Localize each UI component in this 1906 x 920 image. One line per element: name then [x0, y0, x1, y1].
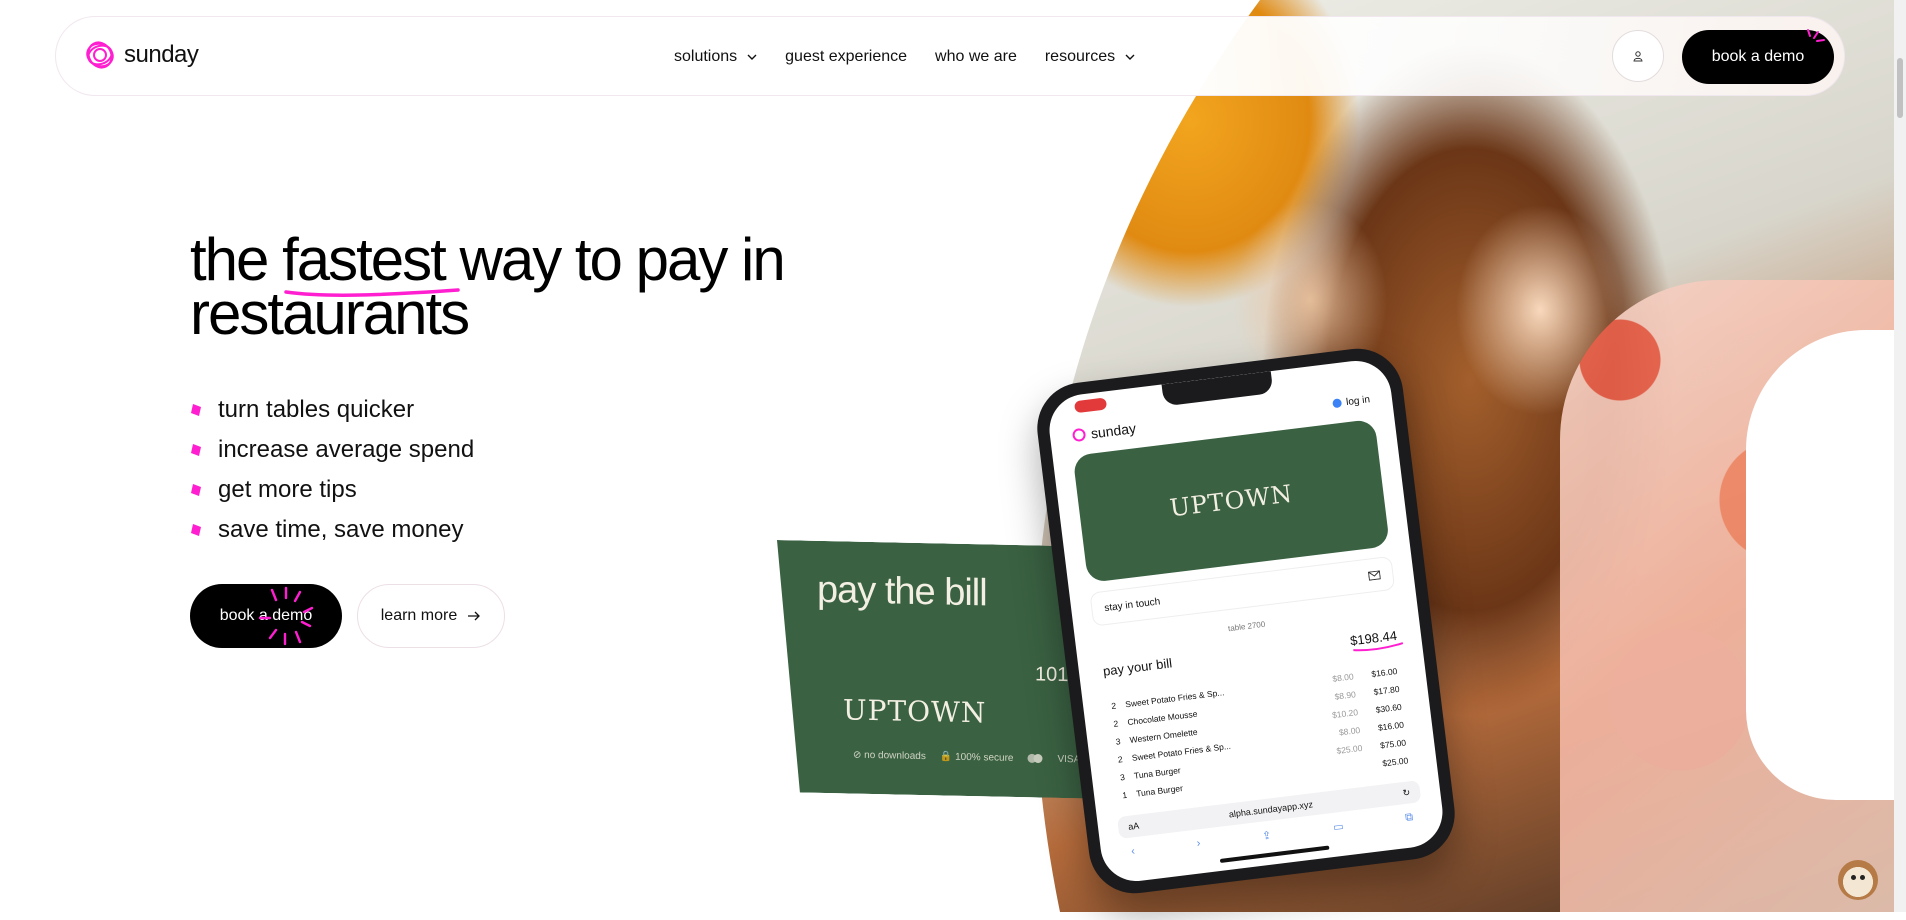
card-footer-secure: 🔒 100% secure	[939, 751, 1014, 764]
item-total: $30.60	[1375, 701, 1403, 715]
nav-who-we-are[interactable]: who we are	[935, 48, 1017, 66]
sparkle-icon	[258, 586, 314, 646]
sunday-logo-icon	[86, 41, 114, 69]
item-qty: 2	[1110, 700, 1117, 712]
mastercard-icon	[1027, 753, 1043, 763]
nav-guest-experience-label: guest experience	[785, 48, 908, 65]
item-unit-price: $8.00	[1331, 671, 1355, 684]
nav-solutions-label: solutions	[674, 48, 738, 65]
top-navbar: sunday solutions guest experience who we…	[55, 16, 1845, 96]
item-unit-price: $8.90	[1334, 689, 1357, 702]
headline-highlight: fastest	[282, 230, 460, 297]
headline-highlight-text: fastest	[282, 226, 447, 293]
item-qty: 3	[1119, 771, 1126, 783]
main-menu: solutions guest experience who we are re…	[674, 17, 1135, 97]
reload-icon[interactable]: ↻	[1402, 787, 1411, 799]
item-unit-price: $25.00	[1335, 742, 1363, 756]
hero-book-demo-button[interactable]: book a demo	[190, 584, 342, 648]
logo-text: sunday	[124, 41, 199, 68]
pay-label: pay your bill	[1102, 655, 1173, 679]
item-qty: 3	[1115, 736, 1122, 747]
nav-book-demo-label: book a demo	[1711, 48, 1805, 65]
app-login-button[interactable]: log in	[1332, 394, 1371, 410]
nav-resources-label: resources	[1044, 48, 1116, 65]
bullet-icon	[191, 444, 201, 456]
share-icon[interactable]: ⇪	[1261, 829, 1273, 843]
forward-icon[interactable]: ›	[1196, 837, 1201, 850]
stay-in-touch-label: stay in touch	[1103, 595, 1161, 614]
item-qty: 2	[1112, 718, 1119, 729]
nav-who-we-are-label: who we are	[935, 48, 1017, 65]
decorative-blob	[1746, 330, 1906, 800]
recording-indicator	[1073, 397, 1108, 414]
card-footer-no-downloads: ⊘ no downloads	[853, 749, 926, 763]
logo[interactable]: sunday	[84, 39, 199, 71]
hero-headline: the fastest way to pay in restaurants	[190, 230, 950, 344]
user-icon	[1633, 51, 1643, 62]
card-restaurant-name: UPTOWN	[843, 693, 987, 730]
highlight-underline	[284, 288, 460, 297]
bill-items-list: 2 Sweet Potato Fries & Sp... $8.00 $16.0…	[1110, 662, 1409, 804]
back-icon[interactable]: ‹	[1131, 845, 1136, 858]
list-item: increase average spend	[190, 430, 474, 470]
learn-more-button[interactable]: learn more	[357, 584, 505, 648]
item-total: $17.80	[1372, 683, 1401, 697]
card-title: pay the bill	[817, 568, 987, 615]
account-button[interactable]	[1612, 30, 1664, 82]
bullet-text: turn tables quicker	[218, 396, 415, 423]
bullet-text: get more tips	[218, 476, 357, 503]
card-table-number: 101	[1035, 663, 1069, 687]
mail-icon	[1367, 569, 1381, 581]
item-unit-price: $10.20	[1331, 707, 1359, 721]
sunday-logo-icon	[1072, 428, 1086, 442]
phone-screen: sunday log in UPTOWN stay in touch table…	[1045, 356, 1447, 886]
item-total: $16.00	[1377, 719, 1405, 733]
nav-resources[interactable]: resources	[1045, 48, 1135, 66]
restaurant-banner: UPTOWN	[1072, 418, 1390, 583]
item-total: $16.00	[1370, 665, 1398, 680]
item-total: $75.00	[1379, 737, 1407, 751]
item-unit-price: $8.00	[1338, 724, 1361, 738]
list-item: turn tables quicker	[190, 390, 474, 430]
arrow-right-icon	[468, 611, 481, 621]
item-qty: 2	[1117, 754, 1124, 765]
bullet-text: save time, save money	[218, 516, 464, 543]
text-size-button[interactable]: aA	[1128, 821, 1140, 832]
benefit-list: turn tables quicker increase average spe…	[190, 390, 474, 550]
bullet-icon	[191, 524, 201, 536]
item-total: $25.00	[1381, 755, 1409, 769]
list-item: get more tips	[190, 470, 474, 510]
card-footer: ⊘ no downloads 🔒 100% secure VISA	[853, 750, 1080, 766]
page-scrollbar[interactable]	[1894, 0, 1906, 912]
learn-more-label: learn more	[380, 607, 458, 624]
tabs-icon[interactable]: ⧉	[1405, 811, 1414, 825]
app-login-label: log in	[1345, 393, 1371, 408]
chevron-down-icon	[747, 54, 757, 60]
bookmarks-icon[interactable]: ▭	[1332, 820, 1345, 834]
list-item: save time, save money	[190, 510, 474, 550]
user-icon	[1332, 398, 1342, 408]
nav-guest-experience[interactable]: guest experience	[785, 48, 907, 66]
sparkle-icon	[1807, 29, 1825, 42]
phone-mockup: sunday log in UPTOWN stay in touch table…	[1032, 343, 1460, 899]
chevron-down-icon	[1125, 54, 1135, 60]
bullet-icon	[191, 484, 201, 496]
bullet-text: increase average spend	[218, 436, 475, 463]
bill-total: $198.44	[1349, 628, 1404, 652]
app-brand-name: sunday	[1090, 420, 1137, 442]
url-text: alpha.sundayapp.xyz	[1228, 799, 1314, 820]
nav-solutions[interactable]: solutions	[674, 48, 757, 66]
nav-book-demo-button[interactable]: book a demo	[1682, 29, 1834, 84]
item-unit-price	[1325, 766, 1365, 771]
bullet-icon	[191, 404, 201, 416]
scrollbar-thumb[interactable]	[1897, 58, 1903, 118]
dog-avatar-icon[interactable]	[1838, 860, 1878, 900]
app-logo: sunday	[1071, 420, 1137, 444]
item-qty: 1	[1121, 789, 1128, 801]
